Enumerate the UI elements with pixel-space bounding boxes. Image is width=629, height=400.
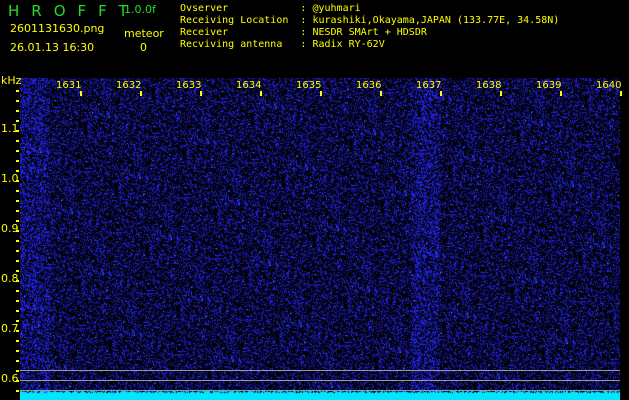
freq-tick [140, 91, 142, 96]
y-tick [16, 310, 19, 312]
y-tick [16, 330, 19, 332]
app-title: HROFFT [8, 2, 140, 20]
info-label: Receiver [180, 27, 301, 38]
freq-tick [80, 91, 82, 96]
freq-tick [320, 91, 322, 96]
y-tick [16, 270, 19, 272]
info-value: kurashiki,Okayama,JAPAN (133.77E, 34.58N… [312, 15, 560, 26]
meteor-count: 0 [140, 41, 147, 54]
y-tick [16, 340, 19, 342]
y-tick [16, 120, 19, 122]
datetime: 26.01.13 16:30 [10, 41, 95, 54]
info-separator: : [300, 15, 313, 26]
station-info: Ovserver : @yuhmari Receiving Location : … [180, 3, 559, 51]
freq-tick [200, 91, 202, 96]
freq-label: 1632 [116, 80, 142, 91]
info-separator: : [300, 39, 313, 50]
y-tick [16, 300, 19, 302]
freq-label: 1639 [536, 80, 562, 91]
y-label: 1.1 [1, 122, 19, 135]
y-tick [16, 320, 19, 322]
grid-line [20, 370, 620, 371]
spectrogram [20, 78, 620, 400]
info-label: Recviving antenna [180, 39, 301, 50]
info-separator: : [300, 3, 313, 14]
y-tick [16, 280, 19, 282]
unit-label: kHz [1, 74, 22, 87]
freq-label: 1631 [56, 80, 82, 91]
y-tick [16, 370, 19, 372]
freq-label: 1635 [296, 80, 322, 91]
info-label: Ovserver [180, 3, 301, 14]
y-tick [16, 160, 19, 162]
filename: 2601131630.png [10, 22, 105, 35]
y-tick [16, 290, 19, 292]
y-tick [16, 150, 19, 152]
y-tick [16, 360, 19, 362]
y-tick [16, 380, 19, 382]
freq-label: 1633 [176, 80, 202, 91]
info-row: Ovserver : @yuhmari [180, 3, 559, 15]
y-tick [16, 130, 19, 132]
version: 1.0.0f [124, 3, 156, 16]
freq-label: 1640 [596, 80, 622, 91]
y-tick [16, 250, 19, 252]
y-label: 0.6 [1, 372, 19, 385]
y-tick [16, 220, 19, 222]
freq-label: 1637 [416, 80, 442, 91]
y-tick [16, 140, 19, 142]
freq-tick [560, 91, 562, 96]
y-tick [16, 90, 19, 92]
info-value: NESDR SMArt + HDSDR [312, 27, 427, 38]
y-tick [16, 260, 19, 262]
y-tick [16, 240, 19, 242]
freq-tick [380, 91, 382, 96]
y-tick [16, 180, 19, 182]
y-tick [16, 190, 19, 192]
y-label: 0.8 [1, 272, 19, 285]
freq-tick [620, 91, 622, 96]
y-tick [16, 230, 19, 232]
y-tick [16, 200, 19, 202]
info-row: Receiving Location : kurashiki,Okayama,J… [180, 15, 559, 27]
freq-tick [260, 91, 262, 96]
y-label: 1.0 [1, 172, 19, 185]
y-label: 0.7 [1, 322, 19, 335]
y-label: 0.9 [1, 222, 19, 235]
info-label: Receiving Location [180, 15, 301, 26]
freq-label: 1634 [236, 80, 262, 91]
info-separator: : [300, 27, 313, 38]
grid-line [20, 380, 620, 381]
y-tick [16, 350, 19, 352]
y-tick [16, 100, 19, 102]
y-tick [16, 110, 19, 112]
y-tick [16, 210, 19, 212]
freq-label: 1636 [356, 80, 382, 91]
info-row: Recviving antenna : Radix RY-62V [180, 39, 559, 51]
freq-tick [500, 91, 502, 96]
mode-label: meteor [124, 27, 164, 40]
grid-line [20, 390, 620, 391]
y-tick [16, 390, 19, 392]
freq-tick [440, 91, 442, 96]
info-row: Receiver : NESDR SMArt + HDSDR [180, 27, 559, 39]
y-tick [16, 170, 19, 172]
freq-label: 1638 [476, 80, 502, 91]
info-value: Radix RY-62V [312, 39, 385, 50]
info-value: @yuhmari [312, 3, 361, 14]
